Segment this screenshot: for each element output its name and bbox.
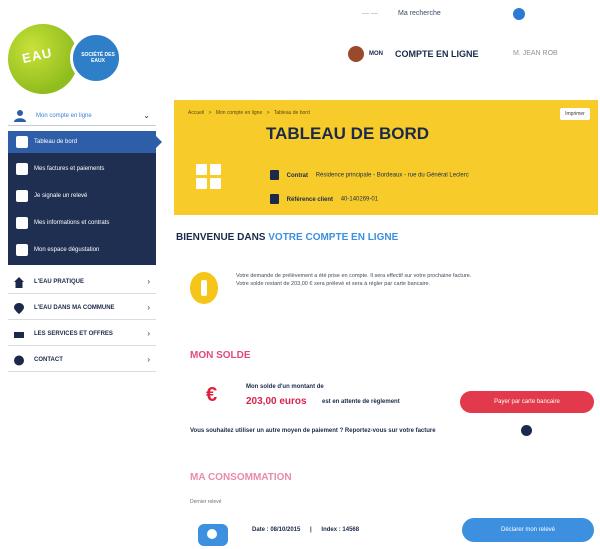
sidebar-item-label: L'EAU DANS MA COMMUNE [34, 305, 115, 311]
top-search-link[interactable]: Ma recherche [398, 10, 441, 17]
sidebar-item-invoices[interactable]: Mes factures et paiements [8, 158, 156, 180]
search-icon[interactable] [513, 8, 525, 20]
user-icon [14, 110, 26, 122]
contract-icon [16, 217, 28, 229]
sidebar-item-contracts[interactable]: Mes informations et contrats [8, 212, 156, 234]
sidebar-item-label: Mes factures et paiements [34, 166, 105, 172]
document-icon [270, 170, 279, 180]
sidebar-item-meter[interactable]: Je signale un relevé [8, 185, 156, 207]
brand-logo[interactable]: EAU SOCIÉTÉ DES EAUX [8, 22, 128, 102]
page-title: TABLEAU DE BORD [266, 124, 430, 143]
alt-payment-text: Vous souhaitez utiliser un autre moyen d… [190, 428, 436, 434]
sidebar-head-label: Mon compte en ligne [36, 113, 92, 119]
chevron-right-icon: › [147, 329, 150, 338]
declare-reading-button[interactable]: Déclarer mon relevé [462, 518, 594, 542]
camera-icon [198, 524, 228, 546]
invoice-icon [16, 163, 28, 175]
glass-icon [16, 244, 28, 256]
sidebar-item-tasting[interactable]: Mon espace dégustation [8, 239, 156, 261]
sidebar-item-label: CONTACT [34, 357, 63, 363]
reading-separator: | [310, 527, 312, 533]
solde-title: MON SOLDE [190, 350, 251, 361]
sidebar-item-label: Mon espace dégustation [34, 247, 100, 253]
reading-date: Date : 08/10/2015 [252, 527, 301, 533]
euro-icon: € [206, 384, 218, 406]
reading-index: Index : 14568 [321, 527, 360, 533]
sidebar-item-label: LES SERVICES ET OFFRES [34, 331, 113, 337]
releve-button-label: Déclarer mon relevé [500, 527, 556, 533]
reading-info: Date : 08/10/2015 | Index : 14568 [252, 527, 367, 533]
logo-subtext: SOCIÉTÉ DES EAUX [81, 52, 115, 64]
sidebar-item-dashboard[interactable]: Tableau de bord [8, 131, 162, 153]
dashboard-grid-icon [196, 164, 224, 192]
print-button[interactable]: Imprimer [560, 108, 590, 120]
sidebar-submenu: Tableau de bord Mes factures et paiement… [8, 131, 162, 265]
contract-info[interactable]: Contrat Résidence principale - Bordeaux … [270, 170, 469, 180]
avatar[interactable] [348, 46, 364, 62]
breadcrumb-separator: > [208, 110, 212, 116]
services-icon [14, 332, 24, 338]
home-icon [14, 277, 24, 288]
conso-title: MA CONSOMMATION [190, 472, 292, 483]
contact-icon [14, 355, 24, 366]
last-reading-label: Dernier relevé [190, 499, 222, 505]
client-value: 40-140269-01 [340, 196, 379, 203]
dashboard-header-card: Accueil > Mon compte en ligne > Tableau … [174, 100, 598, 215]
breadcrumb-home[interactable]: Accueil [188, 110, 204, 116]
contract-key: Contrat [286, 172, 309, 179]
contract-value: Résidence principale - Bordeaux - rue du… [315, 172, 469, 179]
sidebar-item-contact[interactable]: CONTACT › [8, 350, 156, 372]
help-icon[interactable] [521, 425, 532, 436]
sidebar-item-services[interactable]: LES SERVICES ET OFFRES › [8, 324, 156, 346]
info-icon [190, 272, 218, 304]
meter-icon [16, 190, 28, 202]
account-link[interactable]: COMPTE EN LIGNE [395, 49, 479, 59]
sidebar-account-header[interactable]: Mon compte en ligne ⌄ [8, 108, 156, 126]
top-link[interactable]: — — [362, 10, 378, 17]
sidebar-item-commune[interactable]: L'EAU DANS MA COMMUNE › [8, 298, 156, 320]
breadcrumb: Accueil > Mon compte en ligne > Tableau … [188, 110, 313, 116]
notice-line: Votre demande de prélèvement a été prise… [236, 273, 472, 279]
pay-button-label: Payer par carte bancaire [494, 399, 560, 405]
sidebar-item-label: Tableau de bord [34, 139, 78, 145]
pay-by-card-button[interactable]: Payer par carte bancaire [460, 391, 594, 413]
client-info: Référence client 40-140269-01 [270, 194, 378, 204]
sidebar-item-label: Mes informations et contrats [34, 220, 110, 226]
breadcrumb-current: Tableau de bord [273, 110, 310, 116]
welcome-heading: BIENVENUE DANS VOTRE COMPTE EN LIGNE [176, 232, 398, 243]
chevron-right-icon: › [147, 277, 150, 286]
welcome-accent: VOTRE COMPTE EN LIGNE [268, 232, 399, 243]
chevron-down-icon: ⌄ [143, 111, 150, 120]
solde-label: Mon solde d'un montant de [246, 384, 324, 390]
chevron-right-icon: › [147, 355, 150, 364]
client-key: Référence client [286, 196, 334, 203]
breadcrumb-separator: > [266, 110, 270, 116]
pin-icon [14, 303, 24, 314]
account-prefix: MON [369, 51, 383, 57]
active-indicator [156, 136, 162, 148]
breadcrumb-account[interactable]: Mon compte en ligne [216, 110, 262, 116]
notice-line: Votre solde restant de 203,00 € sera pré… [236, 281, 431, 287]
notice-message: Votre demande de prélèvement a été prise… [236, 272, 576, 288]
chevron-right-icon: › [147, 303, 150, 312]
user-icon [270, 194, 279, 204]
solde-amount: 203,00 euros [246, 396, 307, 407]
dashboard-icon [16, 136, 28, 148]
sidebar-item-label: L'EAU PRATIQUE [34, 279, 84, 285]
sidebar-item-label: Je signale un relevé [34, 193, 88, 199]
solde-status: est en attente de règlement [322, 399, 400, 405]
user-name[interactable]: M. JEAN ROB [513, 50, 558, 57]
sidebar-item-eau-pratique[interactable]: L'EAU PRATIQUE › [8, 272, 156, 294]
welcome-prefix: BIENVENUE DANS [176, 232, 266, 243]
